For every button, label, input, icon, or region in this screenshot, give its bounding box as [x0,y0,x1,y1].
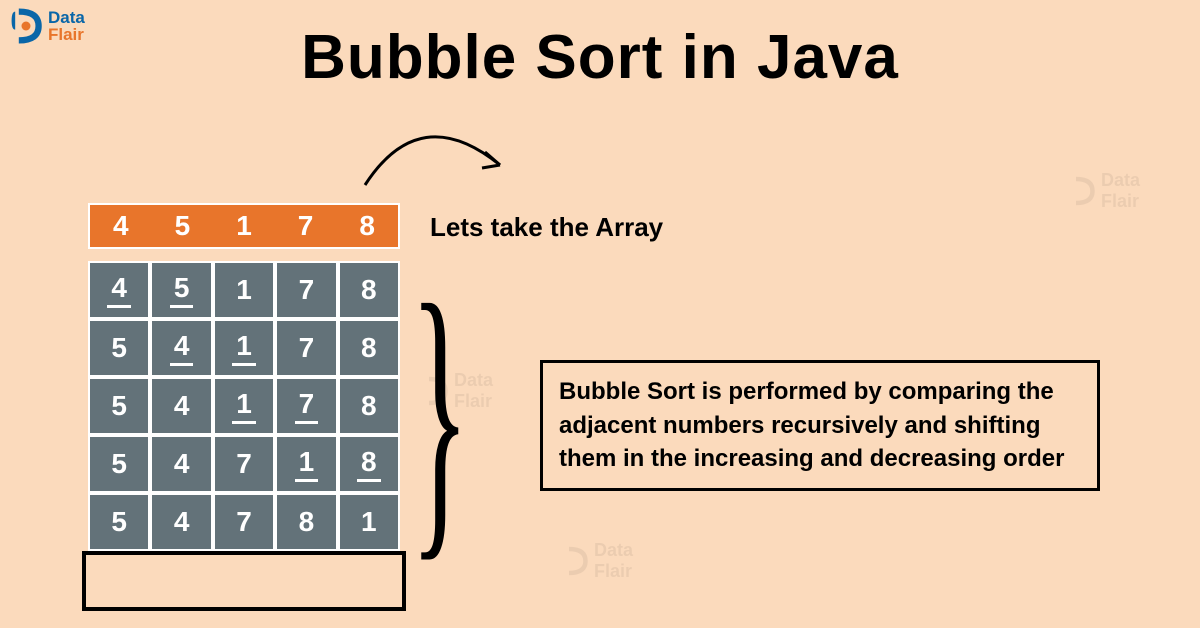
initial-cell: 5 [152,205,214,247]
step-cell: 7 [275,319,337,377]
step-cell: 1 [338,493,400,551]
step-row: 54178 [88,377,400,435]
watermark: DataFlair [560,540,633,582]
step-cell: 8 [275,493,337,551]
step-cell: 4 [150,377,212,435]
step-cell: 5 [88,493,150,551]
step-row: 45178 [88,261,400,319]
initial-cell: 7 [275,205,337,247]
step-cell: 1 [213,261,275,319]
step-cell: 1 [213,377,275,435]
step-cell: 4 [88,261,150,319]
step-cell: 1 [275,435,337,493]
step-cell: 8 [338,261,400,319]
step-cell: 5 [88,319,150,377]
step-cell: 7 [213,493,275,551]
step-cell: 7 [275,261,337,319]
page-title: Bubble Sort in Java [301,22,899,93]
brace-icon: } [410,260,470,570]
logo: Data Flair [8,8,85,44]
step-cell: 1 [213,319,275,377]
description-box: Bubble Sort is performed by comparing th… [540,360,1100,491]
step-cell: 5 [150,261,212,319]
step-cell: 8 [338,435,400,493]
step-cell: 7 [213,435,275,493]
initial-cell: 1 [213,205,275,247]
logo-text: Data Flair [48,9,85,43]
initial-cell: 4 [90,205,152,247]
arrow-icon [360,110,530,210]
watermark: DataFlair [420,370,493,412]
step-cell: 8 [338,319,400,377]
step-row: 54178 [88,319,400,377]
step-row: 54718 [88,435,400,493]
initial-cell: 8 [336,205,398,247]
sort-steps-grid: 4517854178541785471854781 [88,261,400,551]
step-cell: 4 [150,435,212,493]
step-cell: 8 [338,377,400,435]
logo-icon [8,8,44,44]
initial-array-row: 4 5 1 7 8 [88,203,400,249]
final-row-highlight [82,551,406,611]
array-label: Lets take the Array [430,212,663,243]
watermark: DataFlair [1067,170,1140,212]
step-cell: 4 [150,319,212,377]
step-cell: 7 [275,377,337,435]
step-cell: 4 [150,493,212,551]
step-cell: 5 [88,435,150,493]
step-row: 54781 [88,493,400,551]
step-cell: 5 [88,377,150,435]
